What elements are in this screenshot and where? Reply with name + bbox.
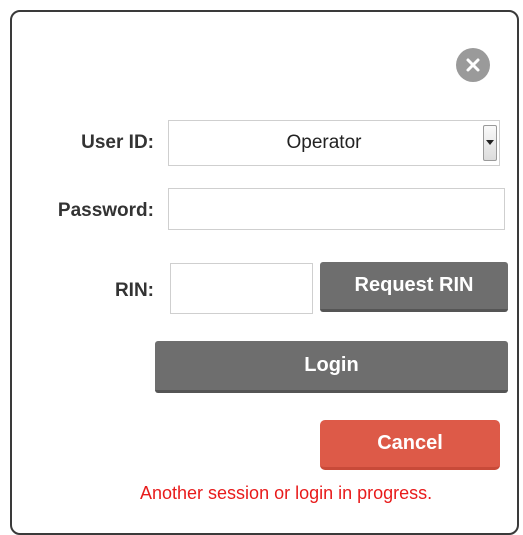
error-message: Another session or login in progress. [140, 483, 433, 503]
close-button[interactable] [456, 48, 490, 82]
rin-field[interactable] [170, 263, 313, 314]
user-id-label: User ID: [81, 132, 154, 153]
chevron-down-icon [486, 140, 494, 145]
dropdown-arrow-icon[interactable] [483, 125, 497, 161]
cancel-button[interactable]: Cancel [320, 420, 500, 470]
user-id-select[interactable]: Operator [168, 120, 500, 166]
user-id-selected-value: Operator [286, 132, 362, 153]
login-button[interactable]: Login [155, 341, 508, 393]
rin-label: RIN: [114, 280, 154, 301]
close-x-icon [466, 58, 480, 72]
request-rin-button[interactable]: Request RIN [320, 262, 508, 312]
password-field[interactable] [168, 188, 505, 230]
password-label: Password: [57, 200, 154, 221]
